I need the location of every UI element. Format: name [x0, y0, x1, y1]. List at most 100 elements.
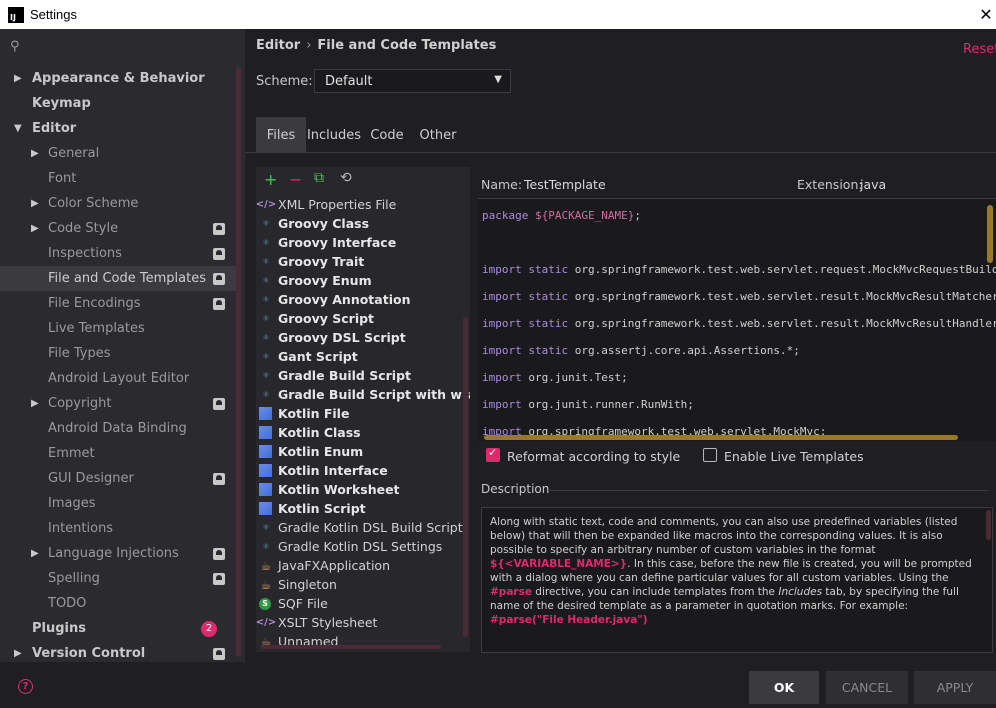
sidebar-item[interactable]: Emmet [0, 441, 237, 466]
copy-icon[interactable]: ⧉ [314, 170, 324, 186]
scheme-value: Default [325, 73, 373, 89]
name-input[interactable]: TestTemplate [524, 177, 606, 192]
sidebar-item[interactable]: ▶ Code Style [0, 216, 237, 241]
sidebar-item[interactable]: Intentions [0, 516, 237, 541]
sidebar-item[interactable]: ▼ Editor [0, 116, 237, 141]
editor-scrollbar-vertical[interactable] [987, 205, 993, 263]
template-list-item[interactable]: Kotlin Class [256, 423, 470, 442]
template-list-item[interactable]: ⚛ Groovy DSL Script [256, 328, 470, 347]
list-scrollbar-vertical[interactable] [463, 317, 468, 637]
template-list-item[interactable]: ⚛ Groovy Script [256, 309, 470, 328]
project-scope-icon [213, 297, 225, 310]
kotlin-file-icon [259, 483, 272, 496]
remove-icon[interactable]: − [289, 170, 302, 189]
template-list-item[interactable]: ⚛ Gradle Kotlin DSL Build Script [256, 518, 470, 537]
template-list-item[interactable]: S SQF File [256, 594, 470, 613]
template-list-item[interactable]: ⚛ Gradle Kotlin DSL Settings [256, 537, 470, 556]
help-icon[interactable]: ? [18, 679, 33, 694]
sidebar-item[interactable]: TODO [0, 591, 237, 616]
live-templates-checkbox[interactable] [703, 448, 717, 462]
template-list-item[interactable]: Kotlin File [256, 404, 470, 423]
kotlin-file-icon [259, 445, 272, 458]
includes-word: Includes [778, 586, 823, 598]
sidebar-item[interactable]: File and Code Templates [0, 266, 237, 291]
sidebar-item[interactable]: ▶ Color Scheme [0, 191, 237, 216]
sidebar-item[interactable]: ▶ Language Injections [0, 541, 237, 566]
sidebar-item[interactable]: Android Data Binding [0, 416, 237, 441]
sidebar-item[interactable]: Plugins 2 [0, 616, 237, 641]
sidebar-item[interactable]: File Encodings [0, 291, 237, 316]
sidebar-search[interactable]: ⚲ [0, 29, 245, 63]
sidebar-item-label: Appearance & Behavior [32, 71, 205, 86]
tab-files[interactable]: Files [256, 117, 306, 153]
sidebar-item[interactable]: Live Templates [0, 316, 237, 341]
sidebar-item[interactable]: GUI Designer [0, 466, 237, 491]
sidebar-item-label: Copyright [48, 396, 112, 411]
chevron-down-icon[interactable]: ▼ [14, 123, 22, 134]
description-divider [548, 490, 988, 491]
code-token-tail: ; [634, 209, 641, 222]
sidebar-item[interactable]: ▶ Version Control [0, 641, 237, 662]
sidebar-item[interactable]: ▶ Appearance & Behavior [0, 66, 237, 91]
reset-link[interactable]: Reset [963, 42, 996, 57]
sidebar-item-label: Android Layout Editor [48, 371, 190, 386]
template-list-item[interactable]: ⚛ Groovy Enum [256, 271, 470, 290]
template-list-item[interactable]: Kotlin Worksheet [256, 480, 470, 499]
ok-button[interactable]: OK [749, 671, 819, 704]
template-list-item[interactable]: ⚛ Groovy Class [256, 214, 470, 233]
sidebar-item[interactable]: Font [0, 166, 237, 191]
extension-input[interactable]: java [860, 177, 886, 192]
chevron-right-icon[interactable]: ▶ [31, 548, 39, 559]
scheme-select[interactable]: Default ▼ [314, 69, 511, 93]
tab-code[interactable]: Code [362, 117, 412, 153]
code-line: import org.junit.runner.RunWith; [482, 398, 694, 411]
chevron-right-icon[interactable]: ▶ [31, 223, 39, 234]
java-file-icon: ☕ [260, 577, 272, 592]
sidebar-item[interactable]: Images [0, 491, 237, 516]
chevron-right-icon[interactable]: ▶ [31, 198, 39, 209]
sidebar-item[interactable]: Keymap [0, 91, 237, 116]
groovy-file-icon: ⚛ [262, 238, 270, 247]
chevron-right-icon[interactable]: ▶ [31, 148, 39, 159]
code-line: import static org.springframework.test.w… [482, 290, 996, 303]
template-list-item[interactable]: ⚛ Gradle Build Script with wrapper [256, 385, 470, 404]
sidebar-item-label: File Encodings [48, 296, 141, 311]
sqf-file-icon: S [259, 597, 271, 610]
code-token-kw: package [482, 209, 535, 222]
chevron-right-icon[interactable]: ▶ [14, 73, 22, 84]
sidebar-item[interactable]: File Types [0, 341, 237, 366]
template-list-item[interactable]: Kotlin Script [256, 499, 470, 518]
sidebar-item[interactable]: ▶ General [0, 141, 237, 166]
sidebar-item[interactable]: Spelling [0, 566, 237, 591]
template-list-item[interactable]: ⚛ Gant Script [256, 347, 470, 366]
editor-scrollbar-horizontal[interactable] [484, 435, 958, 440]
cancel-button[interactable]: CANCEL [826, 671, 908, 704]
description-scrollbar[interactable] [986, 510, 991, 540]
close-icon[interactable]: ✕ [976, 0, 996, 29]
apply-button[interactable]: APPLY [914, 671, 996, 704]
chevron-right-icon[interactable]: ▶ [31, 398, 39, 409]
template-list-item[interactable]: </> XML Properties File [256, 195, 470, 214]
sidebar-item[interactable]: ▶ Copyright [0, 391, 237, 416]
tab-includes[interactable]: Includes [306, 117, 362, 153]
template-list-item[interactable]: ☕ Singleton [256, 575, 470, 594]
template-list-item[interactable]: ☕ JavaFXApplication [256, 556, 470, 575]
template-list-item[interactable]: ⚛ Groovy Trait [256, 252, 470, 271]
template-list-item[interactable]: ⚛ Groovy Annotation [256, 290, 470, 309]
sidebar-scrollbar[interactable] [236, 67, 241, 657]
chevron-right-icon[interactable]: ▶ [14, 648, 22, 659]
sidebar-item-label: File and Code Templates [48, 271, 206, 286]
template-code-editor[interactable]: package ${PACKAGE_NAME}; import static or… [478, 198, 996, 441]
template-list-item[interactable]: </> XSLT Stylesheet [256, 613, 470, 632]
reset-to-default-icon[interactable]: ⟲ [340, 170, 352, 186]
template-list-item[interactable]: ⚛ Gradle Build Script [256, 366, 470, 385]
template-list-item[interactable]: ⚛ Groovy Interface [256, 233, 470, 252]
template-list-item[interactable]: Kotlin Enum [256, 442, 470, 461]
reformat-checkbox[interactable] [486, 446, 500, 462]
sidebar-item[interactable]: Android Layout Editor [0, 366, 237, 391]
sidebar-item[interactable]: Inspections [0, 241, 237, 266]
list-scrollbar-horizontal[interactable] [261, 645, 441, 649]
template-list-item[interactable]: Kotlin Interface [256, 461, 470, 480]
add-icon[interactable]: + [264, 170, 277, 189]
tab-other[interactable]: Other [412, 117, 464, 153]
